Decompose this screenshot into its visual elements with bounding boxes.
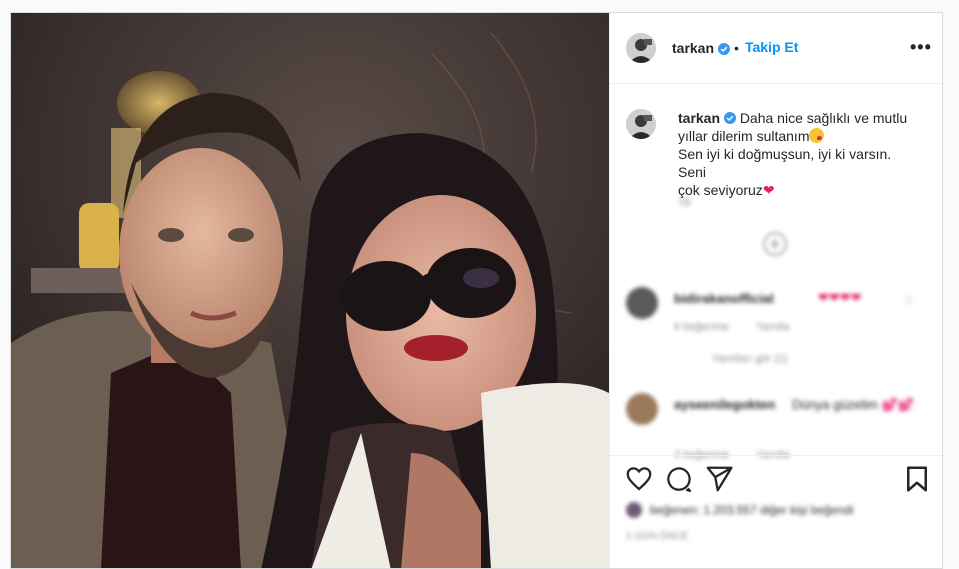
avatar[interactable]: [626, 287, 658, 319]
view-replies-button[interactable]: Yanıtları gör (1): [712, 353, 788, 365]
plus-circle-icon[interactable]: [762, 231, 788, 257]
caption-avatar[interactable]: [626, 109, 656, 139]
post-photo[interactable]: [11, 13, 609, 568]
caption-text-line2: yıllar dilerim sultanım: [678, 128, 810, 144]
comment-likes[interactable]: 6 beğenme: [674, 321, 729, 333]
post-side-panel: tarkan • Takip Et ••• tarkan Daha nice s…: [609, 13, 942, 568]
comment-text: ❤❤❤❤: [818, 290, 862, 305]
verified-badge-icon: [723, 110, 736, 124]
comment-heart-icon[interactable]: ♡: [904, 295, 915, 309]
more-options-icon[interactable]: •••: [910, 37, 932, 58]
caption-time: 1g: [678, 195, 691, 207]
comment-item: ayseenilegokten Dünya güzelim 💕💕 3 beğen…: [626, 393, 926, 463]
comment-heart-icon[interactable]: ♡: [904, 401, 915, 415]
action-bar: [610, 455, 942, 506]
share-icon[interactable]: [704, 464, 734, 494]
comment-text: Dünya güzelim 💕💕: [792, 397, 914, 412]
post-caption: tarkan Daha nice sağlıklı ve mutlu yılla…: [678, 109, 918, 199]
avatar-image: [626, 33, 656, 63]
caption-username[interactable]: tarkan: [678, 110, 720, 126]
header-username[interactable]: tarkan: [672, 40, 714, 56]
heart-icon[interactable]: [624, 464, 654, 494]
avatar-image: [626, 109, 656, 139]
bookmark-icon[interactable]: [902, 464, 932, 494]
caption-text-line4: çok seviyoruz: [678, 182, 763, 198]
post-header: tarkan • Takip Et •••: [610, 13, 942, 84]
selfie-image: [11, 13, 609, 568]
avatar[interactable]: [626, 393, 658, 425]
comment-username[interactable]: ayseenilegokten: [674, 397, 775, 412]
verified-badge-icon: [718, 42, 730, 55]
red-heart-emoji-icon: ❤: [762, 182, 775, 198]
post-timestamp: 1 GÜN ÖNCE: [626, 531, 689, 542]
likes-summary[interactable]: beğenen: 1.203.557 diğer kişi beğendi: [626, 501, 926, 521]
comment-username[interactable]: bidirakanofficial: [674, 291, 774, 306]
avatar[interactable]: [626, 33, 656, 63]
reply-button[interactable]: Yanıtla: [756, 321, 789, 333]
caption-text-line1: Daha nice sağlıklı ve mutlu: [739, 110, 908, 126]
instagram-post-modal: tarkan • Takip Et ••• tarkan Daha nice s…: [10, 12, 943, 569]
avatar: [626, 502, 642, 518]
kiss-emoji-icon: [809, 128, 825, 143]
comment-icon[interactable]: [664, 464, 694, 494]
likes-text: beğenen: 1.203.557 diğer kişi beğendi: [650, 503, 854, 517]
header-separator: •: [734, 40, 739, 56]
caption-text-line3: Sen iyi ki doğmuşsun, iyi ki varsın. Sen…: [678, 146, 892, 180]
follow-button[interactable]: Takip Et: [745, 39, 798, 55]
comment-item: bidirakanofficial ❤❤❤❤ 6 beğenme Yanıtla…: [626, 287, 926, 367]
